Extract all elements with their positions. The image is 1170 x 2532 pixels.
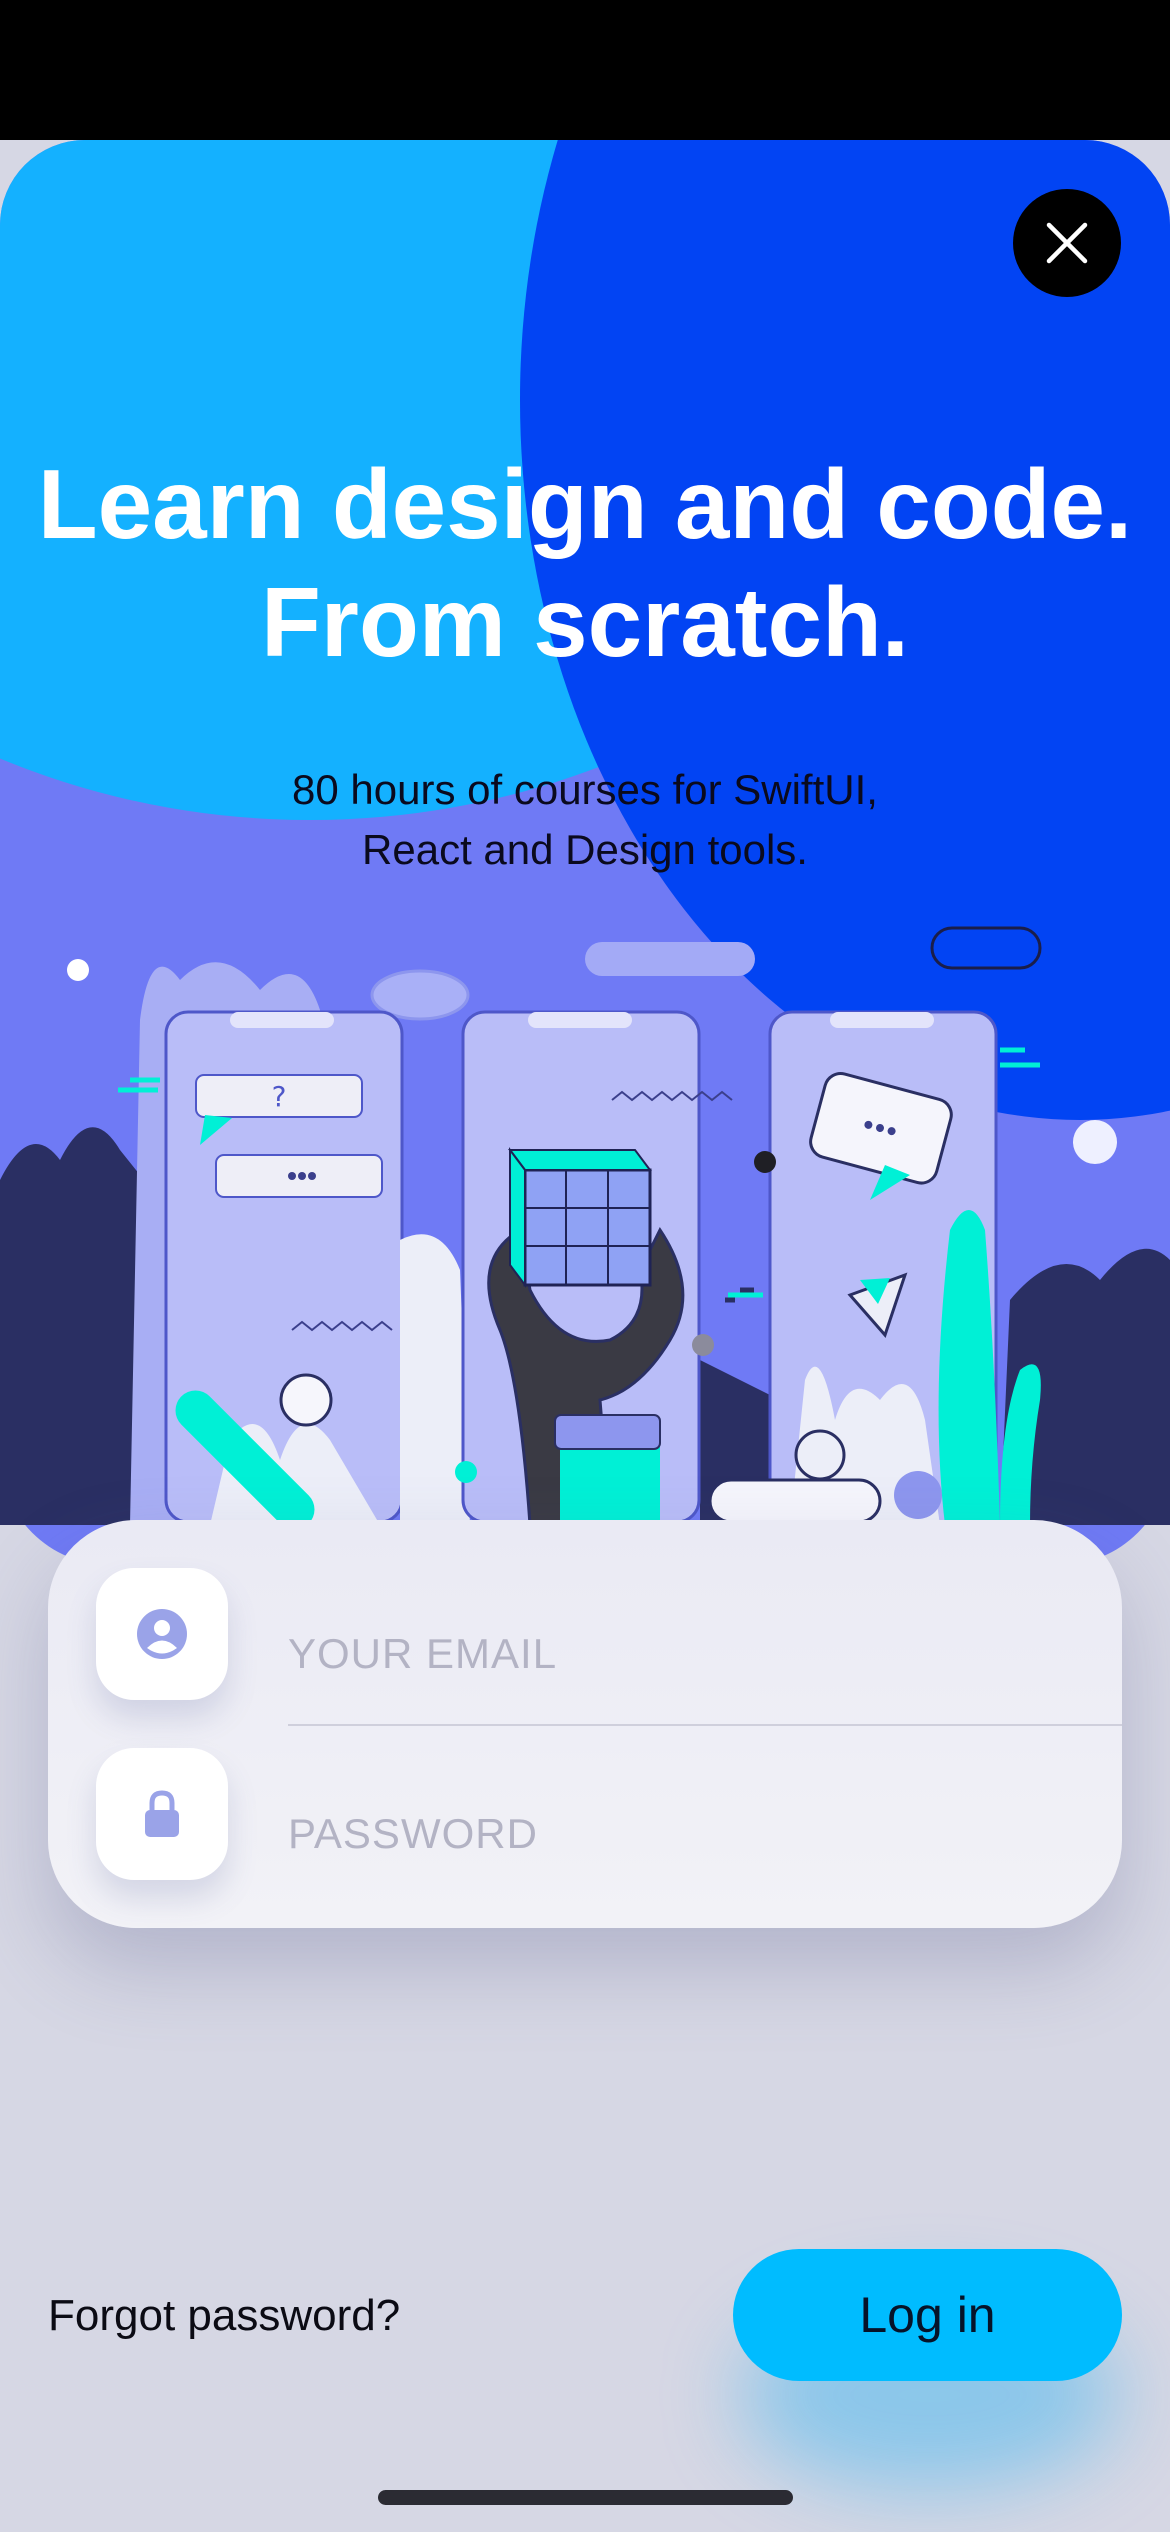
typing-dot-1	[288, 1172, 296, 1180]
close-icon	[1046, 222, 1088, 264]
login-screen: Learn design and code. From scratch. 80 …	[0, 0, 1170, 2532]
email-field[interactable]	[288, 1614, 1068, 1694]
white-wave-mid	[400, 1234, 470, 1525]
email-icon-box	[96, 1568, 228, 1700]
page-title: Learn design and code. From scratch.	[0, 445, 1170, 681]
headline-line-2: From scratch.	[260, 567, 910, 677]
white-ball-2	[794, 1429, 846, 1481]
typing-dot-3	[308, 1172, 316, 1180]
lilac-ball	[894, 1471, 942, 1519]
white-ball	[279, 1373, 333, 1427]
rubiks-cube	[523, 1168, 652, 1287]
rubiks-cube-side	[509, 1147, 526, 1288]
password-field[interactable]	[288, 1794, 1068, 1874]
wrench-sleeve	[560, 1445, 660, 1525]
phone-3-notch	[830, 1012, 934, 1028]
white-pill	[708, 1478, 882, 1524]
subhead-line-1: 80 hours of courses for SwiftUI,	[292, 766, 878, 813]
person-icon	[137, 1609, 187, 1659]
headline-line-1: Learn design and code.	[37, 449, 1133, 559]
field-divider	[288, 1724, 1122, 1726]
chat-question-mark: ?	[272, 1080, 287, 1113]
decor-pill-outline	[930, 926, 1042, 970]
grey-dot	[692, 1334, 714, 1356]
hero-illustration: ?	[0, 926, 1170, 1525]
decor-bar-1	[585, 942, 755, 976]
decor-dot-1	[67, 959, 89, 981]
subhead-line-2: React and Design tools.	[362, 826, 808, 873]
phone-1-notch	[230, 1012, 334, 1028]
cyan-dot	[455, 1461, 477, 1483]
close-button[interactable]	[1013, 189, 1121, 297]
login-button[interactable]: Log in	[733, 2249, 1122, 2381]
black-dot	[754, 1151, 776, 1173]
status-bar	[0, 0, 1170, 140]
rubiks-cube-top	[508, 1149, 652, 1171]
forgot-password-link[interactable]: Forgot password?	[48, 2286, 400, 2346]
typing-dot-2	[298, 1172, 306, 1180]
password-icon-box	[96, 1748, 228, 1880]
login-card	[48, 1520, 1122, 1928]
home-indicator[interactable]	[378, 2490, 793, 2505]
cyan-dash-2	[1000, 1047, 1040, 1068]
wrench-band	[554, 1414, 661, 1450]
phone-2-notch	[528, 1012, 632, 1028]
decor-dot-2	[1073, 1120, 1117, 1164]
page-subtitle: 80 hours of courses for SwiftUI, React a…	[0, 760, 1170, 880]
lock-icon	[145, 1790, 179, 1837]
